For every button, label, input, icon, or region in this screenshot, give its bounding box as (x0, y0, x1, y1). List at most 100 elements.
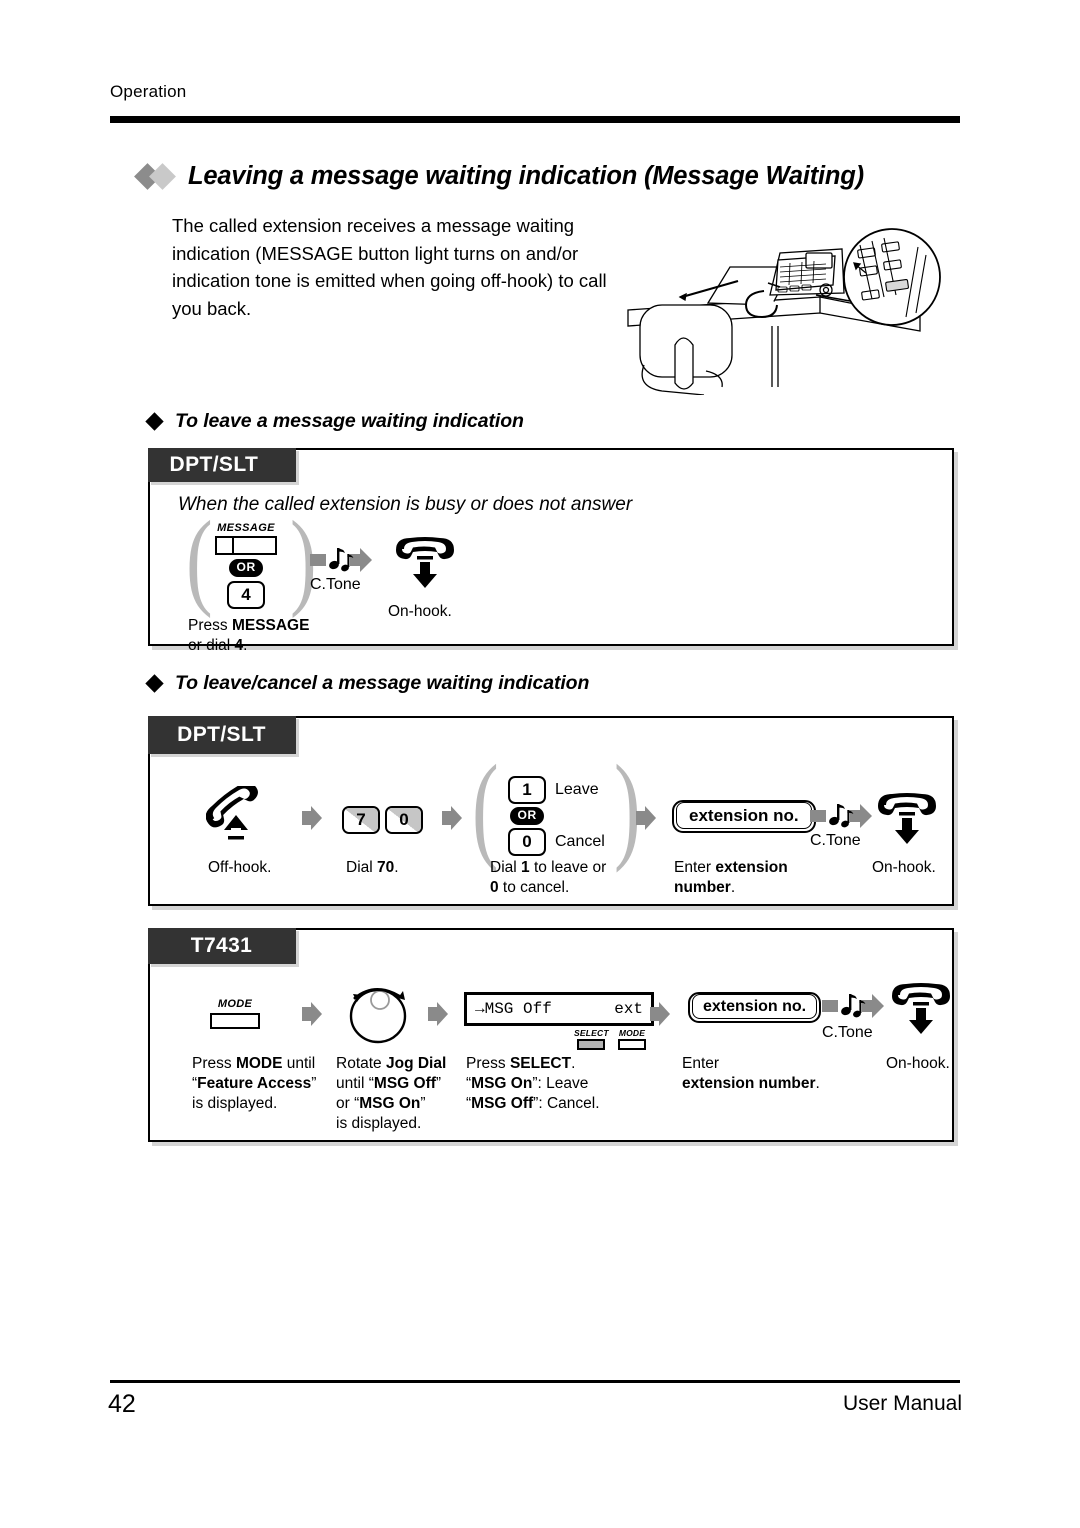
diamond-bullet-icon (145, 674, 164, 693)
note-bold: MSG Off (471, 1095, 534, 1112)
box-caption: When the called extension is busy or doe… (178, 494, 633, 515)
forward-arrow-icon (302, 806, 322, 835)
step-press-message[interactable]: ( ) MESSAGE OR 4 (186, 506, 317, 614)
desk-phone-illustration (620, 205, 950, 396)
diamond-bullet-icon (145, 412, 164, 431)
procedure-box-t7431: T7431 MODE Press MODE until “Feature Acc… (147, 927, 956, 1142)
step-note-off-hook: Off-hook. (208, 859, 272, 876)
note-text: Press (466, 1055, 510, 1072)
dial-key-0[interactable]: 0 (508, 828, 546, 856)
forward-arrow-icon (442, 806, 462, 835)
note-text: to leave or (529, 859, 607, 876)
softkey-select-icon[interactable] (577, 1039, 606, 1050)
extension-no-button[interactable]: extension no. (672, 800, 816, 833)
sub-heading-leave-cancel: To leave/cancel a message waiting indica… (145, 672, 589, 695)
softkey-mode[interactable]: MODE (618, 1028, 646, 1050)
page-header: Operation (110, 82, 960, 123)
tab-t7431: T7431 (147, 927, 296, 964)
step-note-press-message: Press MESSAGE or dial 4. (188, 616, 309, 656)
softkey-select[interactable]: SELECT (574, 1028, 609, 1050)
c-tone-label: C.Tone (822, 1024, 873, 1041)
note-text: until “ (336, 1075, 374, 1092)
c-tone-icon (810, 802, 872, 835)
paren-left-icon: ( (186, 500, 213, 620)
mode-key-icon[interactable] (210, 1013, 260, 1029)
extension-no-button-label: extension no. (676, 802, 812, 829)
sub-heading-leave: To leave a message waiting indication (145, 410, 524, 433)
mode-key-label: MODE (217, 998, 253, 1010)
softkey-mode-label: MODE (618, 1028, 646, 1038)
note-bold: MODE (235, 1055, 283, 1072)
dial-key-1[interactable]: 1 (508, 776, 546, 804)
c-tone-icon (310, 546, 372, 579)
step-note-option-group: Dial 1 to leave or 0 to cancel. (490, 858, 606, 898)
note-bold: MSG Off (373, 1075, 436, 1092)
note-text: . (394, 859, 399, 876)
note-bold: 4 (234, 637, 244, 654)
note-text: Dial (490, 859, 522, 876)
footer-divider (110, 1380, 960, 1383)
note-text: Rotate (336, 1055, 386, 1072)
note-bold: MSG On (359, 1095, 421, 1112)
or-pill-icon: OR (229, 559, 263, 577)
tab-dpt-slt: DPT/SLT (147, 715, 296, 754)
note-bold: extension number (682, 1075, 816, 1092)
note-text: Enter (674, 859, 716, 876)
lcd-text-left: →MSG Off (475, 1000, 552, 1018)
mode-key[interactable]: MODE (210, 998, 260, 1029)
step-dial-70[interactable]: 7 0 (342, 806, 423, 834)
on-hook-icon (390, 536, 460, 595)
note-text: to cancel. (498, 879, 570, 896)
step-note-on-hook: On-hook. (388, 603, 452, 620)
note-text: ”: Leave (532, 1075, 589, 1092)
note-text: ” (435, 1075, 442, 1092)
extension-no-button-label: extension no. (692, 994, 818, 1019)
procedure-box-dpt-slt-leave: DPT/SLT When the called extension is bus… (147, 447, 954, 654)
note-text: is displayed. (336, 1115, 422, 1132)
note-bold: 0 (490, 879, 499, 896)
step-note-press-mode: Press MODE until “Feature Access” is dis… (192, 1054, 316, 1114)
note-text: until (282, 1055, 316, 1072)
step-note-dial-70: Dial 70. (346, 858, 399, 878)
note-text: . (815, 1075, 820, 1092)
forward-arrow-icon (636, 806, 656, 835)
step-option-group[interactable]: ( ) 1 Leave OR 0 Cancel (472, 748, 641, 868)
or-pill-icon: OR (510, 807, 544, 825)
note-text: ”: Cancel. (533, 1095, 600, 1112)
c-tone-label: C.Tone (810, 832, 861, 849)
extension-no-button[interactable]: extension no. (688, 992, 822, 1023)
message-button-icon[interactable] (215, 536, 277, 555)
note-bold: 70 (377, 859, 395, 876)
lcd-display: →MSG Off ext (464, 992, 654, 1026)
note-text: or dial (188, 637, 235, 654)
note-text: . (730, 879, 736, 896)
note-text: Press (192, 1055, 236, 1072)
step-note-press-select: Press SELECT. “MSG On”: Leave “MSG Off”:… (466, 1054, 600, 1114)
forward-arrow-icon (428, 1002, 448, 1031)
dial-key-7[interactable]: 7 (342, 806, 380, 834)
lcd-text-right: ext (614, 1000, 643, 1018)
page-title-text: Leaving a message waiting indication (Me… (188, 162, 864, 190)
step-note-rotate-jog-dial: Rotate Jog Dial until “MSG Off” or “MSG … (336, 1054, 446, 1134)
forward-arrow-icon (650, 1002, 670, 1031)
dial-key-0[interactable]: 0 (385, 806, 423, 834)
jog-dial-icon[interactable] (338, 974, 418, 1051)
note-text: Enter (682, 1055, 720, 1072)
on-hook-icon (886, 982, 956, 1041)
procedure-box-dpt-slt-leave-cancel: DPT/SLT Off-hook. 7 0 Dial 70. ( ) 1 Lea… (147, 715, 954, 906)
note-bold: Jog Dial (385, 1055, 447, 1072)
forward-arrow-icon (302, 1002, 322, 1031)
option-label-leave: Leave (555, 781, 599, 798)
diamond-bullet-light-icon (149, 163, 176, 190)
dial-key-4[interactable]: 4 (227, 581, 265, 609)
step-note-enter-extension: Enter extension number. (674, 858, 788, 898)
softkey-mode-icon[interactable] (618, 1039, 646, 1050)
note-text: or “ (336, 1095, 360, 1112)
section-label: Operation (110, 82, 187, 101)
note-text: is displayed. (192, 1095, 278, 1112)
note-bold: MESSAGE (231, 617, 310, 634)
sub-heading-leave-text: To leave a message waiting indication (175, 410, 524, 432)
note-bold: SELECT (509, 1055, 572, 1072)
note-bold: Feature Access (197, 1075, 312, 1092)
tab-dpt-slt: DPT/SLT (147, 447, 296, 482)
